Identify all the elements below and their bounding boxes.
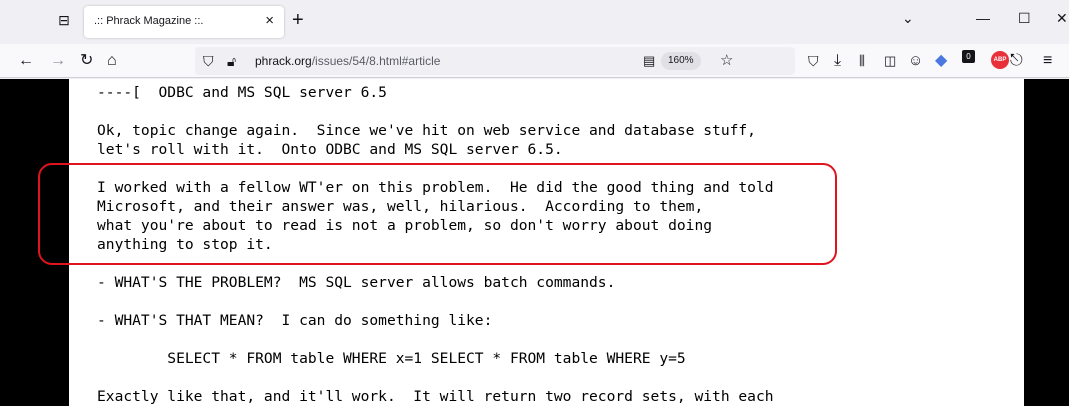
home-icon[interactable]: ⌂ [107, 52, 117, 70]
code-line: SELECT * FROM table WHERE x=1 SELECT * F… [97, 350, 686, 367]
tab-close-icon[interactable]: × [265, 12, 274, 29]
maximize-icon[interactable]: ☐ [1018, 10, 1031, 27]
reload-icon[interactable]: ↻ [80, 52, 93, 70]
address-bar[interactable]: ⛉ 🔓︎ phrack.org/issues/54/8.html#article… [195, 47, 795, 75]
account-icon[interactable]: ☺ [908, 52, 923, 70]
pocket-icon[interactable]: ⛉ [808, 52, 819, 70]
minimize-icon[interactable]: — [976, 10, 990, 26]
tab-title: .:: Phrack Magazine ::. [94, 15, 204, 27]
highlight-annotation-box [38, 163, 837, 265]
back-icon[interactable]: ← [18, 52, 34, 70]
sidebar-icon[interactable]: ◫ [884, 52, 896, 70]
share-icon[interactable]: ⎋ [1010, 52, 1023, 70]
extension-badge: 0 [962, 50, 975, 63]
tab-strip: ⊟ .:: Phrack Magazine ::. × + ⌄ — ☐ ✕ [0, 0, 1069, 44]
url-path: /issues/54/8.html#article [311, 54, 441, 68]
library-icon[interactable]: ⫼ [859, 52, 865, 70]
article-line: let's roll with it. Onto ODBC and MS SQL… [97, 141, 563, 158]
article-line: Ok, topic change again. Since we've hit … [97, 122, 756, 139]
article-line: - WHAT'S THE PROBLEM? MS SQL server allo… [97, 274, 616, 291]
navigation-toolbar: ← → ↻ ⌂ ⛉ 🔓︎ phrack.org/issues/54/8.html… [0, 44, 1069, 78]
adblock-plus-icon[interactable]: ABP [991, 51, 1009, 69]
new-tab-icon[interactable]: + [292, 10, 304, 30]
downloads-icon[interactable]: ⤓ [834, 52, 841, 70]
forward-icon[interactable]: → [50, 52, 66, 70]
close-window-icon[interactable]: ✕ [1056, 10, 1068, 27]
tab-phrack[interactable]: .:: Phrack Magazine ::. × [84, 6, 284, 38]
shield-icon[interactable]: ⛉ [203, 52, 214, 70]
reader-view-icon[interactable]: ▤ [643, 52, 655, 70]
article-line: Exactly like that, and it'll work. It wi… [97, 388, 774, 405]
extension-puzzle-icon[interactable]: ◆ [935, 52, 947, 70]
tab-list-icon[interactable]: ⊟ [56, 12, 72, 28]
bookmark-star-icon[interactable]: ☆ [720, 52, 733, 70]
section-heading: ----[ ODBC and MS SQL server 6.5 [97, 84, 387, 101]
zoom-level-badge[interactable]: 160% [661, 52, 701, 70]
url-host: phrack.org [255, 54, 312, 68]
url-text[interactable]: phrack.org/issues/54/8.html#article [255, 54, 440, 68]
insecure-lock-icon[interactable]: 🔓︎ [227, 52, 236, 70]
article-line: - WHAT'S THAT MEAN? I can do something l… [97, 312, 493, 329]
list-all-tabs-icon[interactable]: ⌄ [902, 10, 914, 27]
app-menu-icon[interactable]: ≡ [1043, 52, 1052, 70]
